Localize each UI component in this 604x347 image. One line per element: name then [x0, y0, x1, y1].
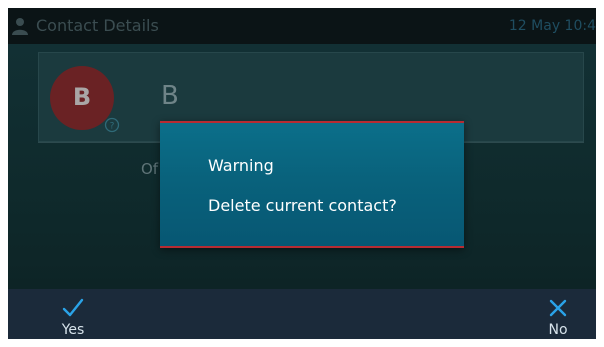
no-button[interactable]: No	[528, 289, 588, 339]
person-icon	[12, 18, 28, 35]
check-icon	[62, 298, 84, 317]
title-bar: Contact Details 12 May 10:4	[8, 8, 596, 44]
yes-button[interactable]: Yes	[43, 289, 103, 339]
warning-dialog: Warning Delete current contact?	[160, 121, 464, 248]
contact-name: B	[161, 81, 179, 111]
contact-details-content: B ? B Of Warning Delete current contact?	[8, 44, 596, 289]
no-label: No	[548, 322, 568, 338]
date-time: 12 May 10:4	[508, 18, 596, 34]
dialog-message: Delete current contact?	[208, 196, 397, 215]
presence-unknown-icon: ?	[104, 117, 120, 133]
phone-screen: Contact Details 12 May 10:4 B ? B Of War…	[8, 8, 596, 339]
close-icon	[549, 299, 567, 317]
dialog-title: Warning	[208, 156, 274, 175]
yes-label: Yes	[61, 322, 85, 338]
softkey-bar: Yes No	[8, 289, 596, 339]
presence-status: Of	[141, 160, 159, 178]
page-title: Contact Details	[36, 16, 159, 35]
svg-text:?: ?	[110, 122, 115, 132]
